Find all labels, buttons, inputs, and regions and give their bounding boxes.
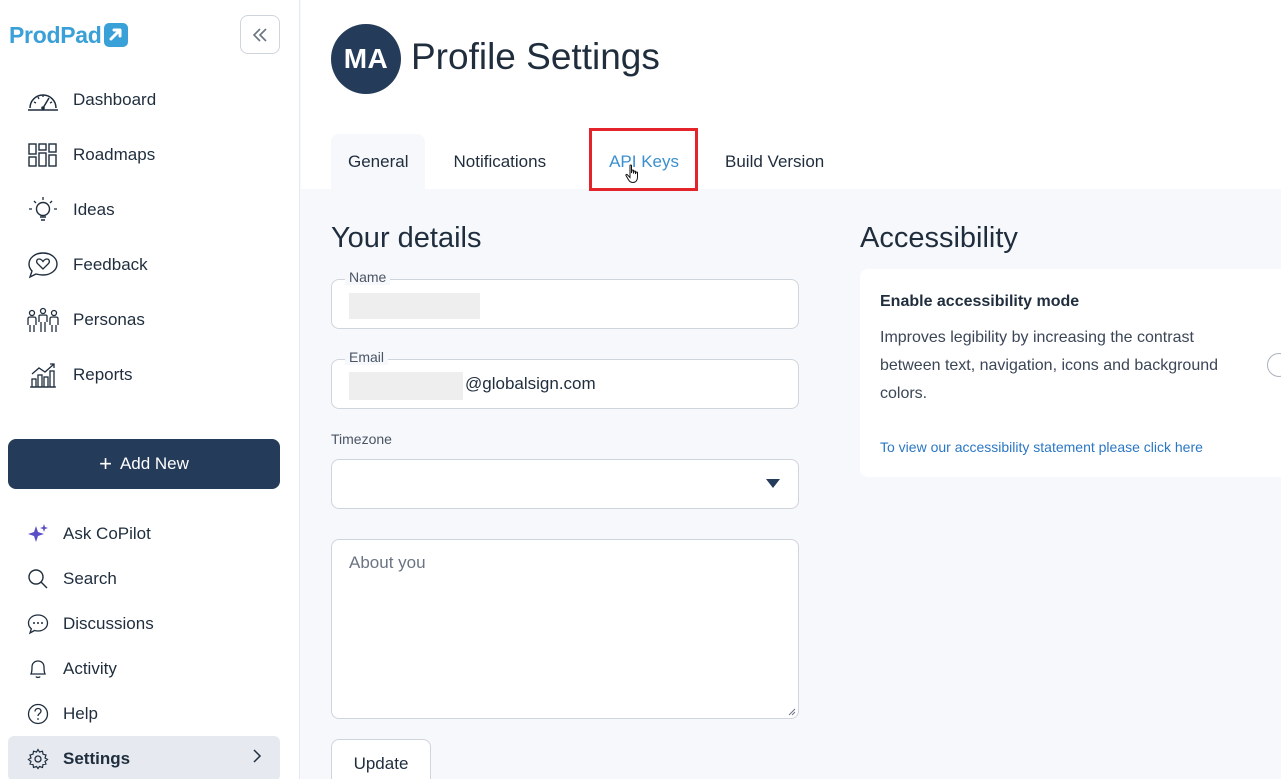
name-label: Name <box>345 269 391 285</box>
email-redacted <box>349 372 463 400</box>
page-header: MA Profile Settings General Notification… <box>301 0 1281 191</box>
people-icon <box>26 306 60 334</box>
gauge-icon <box>26 86 60 114</box>
chevron-right-icon <box>252 748 262 769</box>
logo-text: ProdPad <box>9 21 102 48</box>
nav-item-help[interactable]: Help <box>0 691 300 736</box>
timezone-label: Timezone <box>331 431 392 447</box>
chart-icon <box>26 361 60 389</box>
nav-item-dashboard[interactable]: Dashboard <box>0 72 300 127</box>
about-placeholder: About you <box>349 553 426 572</box>
avatar[interactable]: MA <box>331 24 401 94</box>
nav-item-ask-copilot[interactable]: Ask CoPilot <box>0 511 300 556</box>
name-redacted <box>349 293 480 319</box>
your-details-heading: Your details <box>331 222 482 254</box>
settings-tabs: General Notifications API Keys Build Ver… <box>331 128 852 191</box>
grid-icon <box>26 141 60 169</box>
name-field[interactable]: Name <box>331 269 799 329</box>
caret-down-icon <box>766 479 780 488</box>
main-nav: Dashboard Roadmaps Ideas Feedback Person… <box>0 72 300 402</box>
tab-notifications[interactable]: Notifications <box>436 134 563 189</box>
add-new-button[interactable]: + Add New <box>8 439 280 489</box>
nav-item-reports[interactable]: Reports <box>0 347 300 402</box>
email-label: Email <box>345 349 389 365</box>
nav-label: Search <box>63 568 117 588</box>
nav-label: Help <box>63 703 98 723</box>
nav-label: Discussions <box>63 613 154 633</box>
accessibility-description: Improves legibility by increasing the co… <box>880 329 1219 402</box>
nav-label: Roadmaps <box>73 144 156 164</box>
search-icon <box>26 567 50 591</box>
bell-icon <box>26 657 50 681</box>
sparkle-icon <box>26 522 50 546</box>
nav-label: Feedback <box>73 254 148 274</box>
resize-handle-icon[interactable] <box>786 706 796 716</box>
email-value: @globalsign.com <box>465 374 596 393</box>
tab-build-version[interactable]: Build Version <box>708 134 841 189</box>
heart-chat-icon <box>26 251 60 279</box>
nav-item-activity[interactable]: Activity <box>0 646 300 691</box>
nav-item-settings[interactable]: Settings <box>8 736 280 779</box>
double-chevron-left-icon <box>252 27 267 42</box>
gear-icon <box>26 747 50 771</box>
nav-label: Settings <box>63 748 131 768</box>
accessibility-toggle[interactable] <box>1267 353 1281 377</box>
tab-general[interactable]: General <box>331 134 426 189</box>
page-title: Profile Settings <box>411 36 660 77</box>
logo-arrow-icon <box>104 23 129 47</box>
nav-item-ideas[interactable]: Ideas <box>0 182 300 237</box>
secondary-nav: Ask CoPilot Search Discussions Activity … <box>0 511 300 779</box>
nav-item-personas[interactable]: Personas <box>0 292 300 347</box>
timezone-select[interactable] <box>331 459 799 509</box>
accessibility-card-title: Enable accessibility mode <box>880 293 1080 310</box>
nav-label: Personas <box>73 309 145 329</box>
add-new-label: Add New <box>119 454 189 473</box>
nav-item-roadmaps[interactable]: Roadmaps <box>0 127 300 182</box>
hand-cursor-icon <box>625 164 639 184</box>
accessibility-heading: Accessibility <box>860 222 1018 254</box>
accessibility-statement-link[interactable]: To view our accessibility statement plea… <box>880 439 1203 455</box>
nav-label: Ideas <box>73 199 115 219</box>
nav-label: Ask CoPilot <box>63 523 151 543</box>
update-button[interactable]: Update <box>331 739 431 779</box>
chat-bubble-icon <box>26 612 50 636</box>
plus-icon: + <box>99 451 112 476</box>
nav-item-search[interactable]: Search <box>0 556 300 601</box>
tab-api-keys[interactable]: API Keys <box>589 128 699 191</box>
collapse-sidebar-button[interactable] <box>240 15 280 54</box>
nav-item-feedback[interactable]: Feedback <box>0 237 300 292</box>
help-icon <box>26 702 50 726</box>
nav-label: Dashboard <box>73 89 157 109</box>
nav-label: Activity <box>63 658 117 678</box>
lightbulb-icon <box>26 196 60 224</box>
sidebar: ProdPad Dashboard Roadmaps Ideas Feedbac… <box>0 0 300 779</box>
accessibility-card: Enable accessibility mode Improves legib… <box>860 269 1281 477</box>
email-field[interactable]: Email @globalsign.com <box>331 349 799 409</box>
nav-item-discussions[interactable]: Discussions <box>0 601 300 646</box>
about-you-textarea[interactable]: About you <box>331 539 799 719</box>
nav-label: Reports <box>73 364 133 384</box>
prodpad-logo[interactable]: ProdPad <box>9 20 129 50</box>
highlight-box <box>589 128 699 191</box>
